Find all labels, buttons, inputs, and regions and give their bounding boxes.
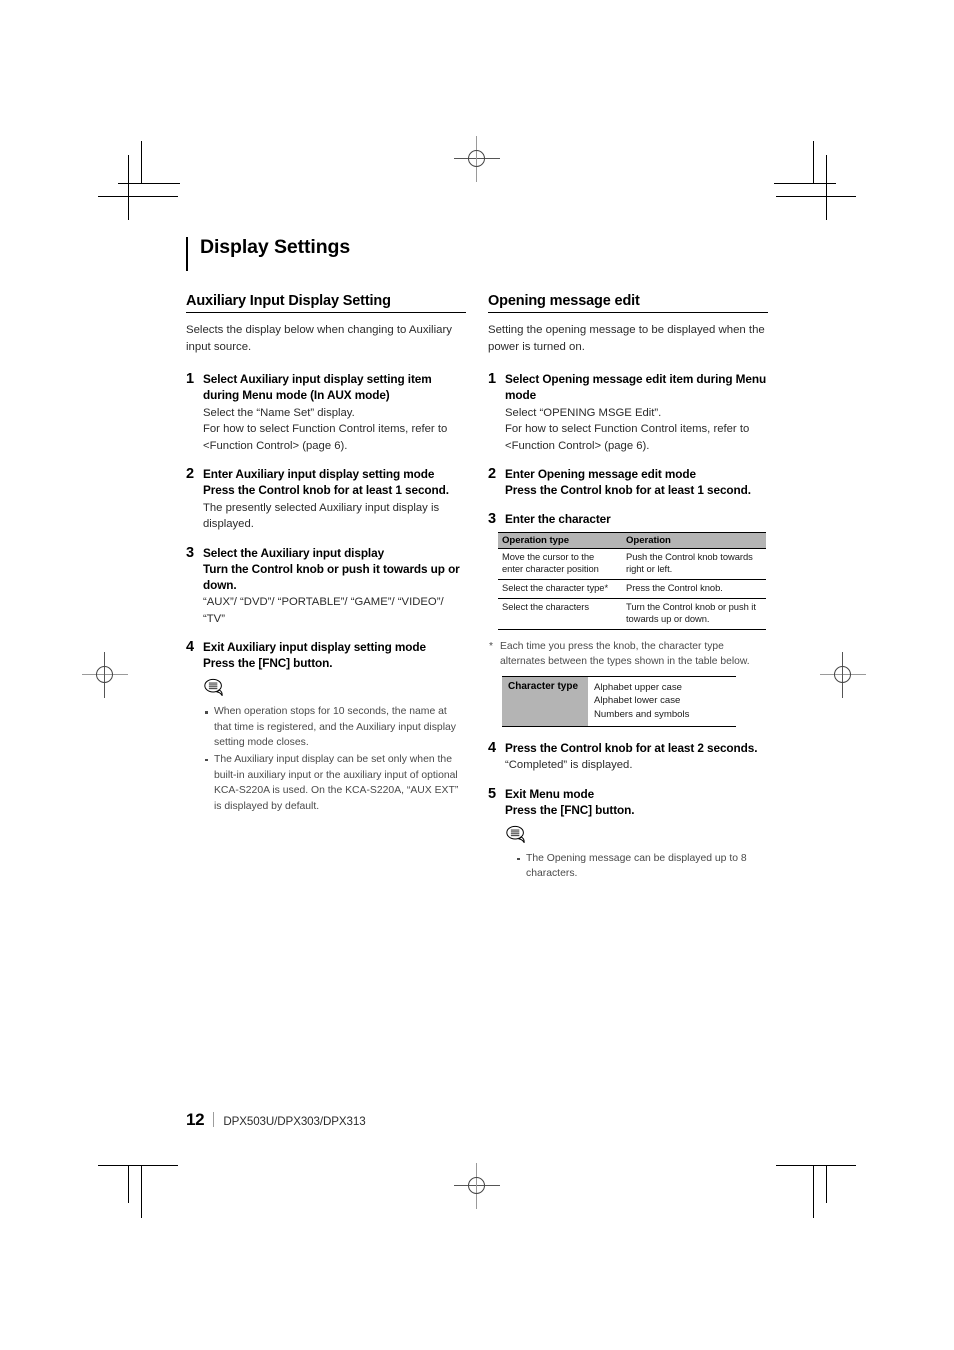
step-item: 5 Exit Menu mode Press the [FNC] button.… [488,785,768,882]
left-column: Auxiliary Input Display Setting Selects … [186,293,466,894]
step-title: Exit Menu mode [505,786,595,801]
note-speech-bubble-icon [506,825,525,844]
page-content: Display Settings Auxiliary Input Display… [186,236,768,895]
step-subtitle: Turn the Control knob or push it towards… [203,561,460,592]
footer-page-number: 12 [186,1110,205,1129]
step-number: 1 [488,371,497,388]
table-cell: Press the Control knob. [622,579,766,599]
crop-mark-top-right-h [776,196,856,197]
step-body: “AUX”/ “DVD”/ “PORTABLE”/ “GAME”/ “VIDEO… [203,596,444,625]
step-number: 2 [186,466,195,483]
step-title: Enter Opening message edit mode [505,467,696,482]
crop-mark-bottom-left-v [128,1165,129,1203]
step-number: 4 [186,639,195,656]
step-title: Enter Auxiliary input display setting mo… [203,467,435,482]
step-item: 3 Select the Auxiliary input display Tur… [186,544,466,628]
step-number: 4 [488,739,497,756]
crop-mark-top-right-v [826,155,827,220]
crop-mark-bottom-left-v2 [141,1165,142,1218]
note-item: The Auxiliary input display can be set o… [203,752,466,814]
registration-mark-top [454,136,500,182]
section-intro-opening-message: Setting the opening message to be displa… [488,324,765,354]
crop-mark-top-right-h2 [774,183,836,184]
table-cell: Select the characters [498,598,622,630]
chapter-title-block: Display Settings [186,236,768,271]
step-item: 1 Select Auxiliary input display setting… [186,371,466,454]
crop-mark-top-left-v2 [141,141,142,184]
step-number: 1 [186,371,195,388]
step-subtitle: Press the [FNC] button. [203,656,333,671]
step-item: 1 Select Opening message edit item durin… [488,371,768,454]
crop-mark-top-left-h [98,196,178,197]
step-body: The presently selected Auxiliary input d… [203,501,440,531]
step-title: Select Auxiliary input display setting i… [203,372,432,403]
character-type-values-cell: Alphabet upper case Alphabet lower case … [588,675,736,727]
step-body: Select “OPENING MSGE Edit”. For how to s… [505,406,750,452]
crop-mark-bottom-left-h [98,1165,178,1166]
character-type-table: Character type Alphabet upper case Alpha… [502,675,736,727]
table-cell: Turn the Control knob or push it towards… [622,598,766,630]
crop-mark-bottom-right-v [826,1165,827,1203]
registration-mark-bottom [454,1163,500,1209]
crop-mark-top-left-h2 [118,183,180,184]
step-subtitle: Press the Control knob for at least 1 se… [203,483,449,498]
section-heading-auxiliary-input: Auxiliary Input Display Setting [186,293,466,314]
registration-mark-right [820,652,866,698]
note-item: When operation stops for 10 seconds, the… [203,704,466,751]
step-item: 3 Enter the character [488,510,768,528]
page-footer: 12 DPX503U/DPX303/DPX313 [186,1110,366,1130]
character-type-header-cell: Character type [502,675,588,727]
table-header-row: Operation type Operation [498,531,766,549]
step-item: 4 Press the Control knob for at least 2 … [488,739,768,774]
step-subtitle: Press the [FNC] button. [505,802,635,817]
table-row: Move the cursor to the enter character p… [498,548,766,581]
section-heading-opening-message: Opening message edit [488,293,768,314]
table-cell: Select the character type* [498,579,622,599]
content-columns: Auxiliary Input Display Setting Selects … [186,293,768,894]
crop-mark-bottom-right-v2 [813,1165,814,1218]
table-row: Select the character type* Press the Con… [498,579,766,599]
step-number: 5 [488,785,497,802]
step-subtitle: Press the Control knob for at least 1 se… [505,483,751,498]
notes-list: When operation stops for 10 seconds, the… [203,704,466,814]
step-item: 2 Enter Opening message edit mode Press … [488,466,768,499]
step-body: “Completed” is displayed. [505,759,633,772]
note-item: The Opening message can be displayed up … [515,851,768,882]
table-row: Select the characters Turn the Control k… [498,598,766,630]
step-body: Select the “Name Set” display. For how t… [203,406,448,452]
table-row: Character type Alphabet upper case Alpha… [502,675,736,727]
step-item: 4 Exit Auxiliary input display setting m… [186,639,466,814]
crop-mark-bottom-right-h [776,1165,856,1166]
footnote-text: Each time you press the knob, the charac… [500,640,750,667]
note-speech-bubble-icon [204,678,223,698]
step-number: 2 [488,466,497,483]
footnote-marker: * [489,640,494,652]
registration-mark-left [82,652,128,698]
table-header-cell: Operation type [498,531,622,549]
table-footnote: * Each time you press the knob, the char… [488,640,768,670]
step-number: 3 [488,510,497,527]
right-column: Opening message edit Setting the opening… [488,293,768,894]
crop-mark-top-right-v2 [813,141,814,184]
step-title: Select Opening message edit item during … [505,372,767,403]
section-intro-auxiliary-input: Selects the display below when changing … [186,324,452,354]
step-title: Select the Auxiliary input display [203,545,385,560]
table-cell: Push the Control knob towards right or l… [622,548,766,581]
crop-mark-top-left-v [128,155,129,220]
notes-list: The Opening message can be displayed up … [505,851,768,882]
chapter-title-rule [186,237,188,271]
page-title: Display Settings [200,236,351,258]
step-title: Exit Auxiliary input display setting mod… [203,640,426,655]
step-title: Press the Control knob for at least 2 se… [505,740,758,755]
operation-table: Operation type Operation Move the cursor… [498,531,766,630]
footer-divider [213,1112,215,1127]
step-title: Enter the character [505,511,611,526]
table-header-cell: Operation [622,531,766,549]
step-number: 3 [186,544,195,561]
table-cell: Move the cursor to the enter character p… [498,548,622,581]
step-item: 2 Enter Auxiliary input display setting … [186,466,466,533]
footer-model-names: DPX503U/DPX303/DPX313 [223,1115,366,1128]
